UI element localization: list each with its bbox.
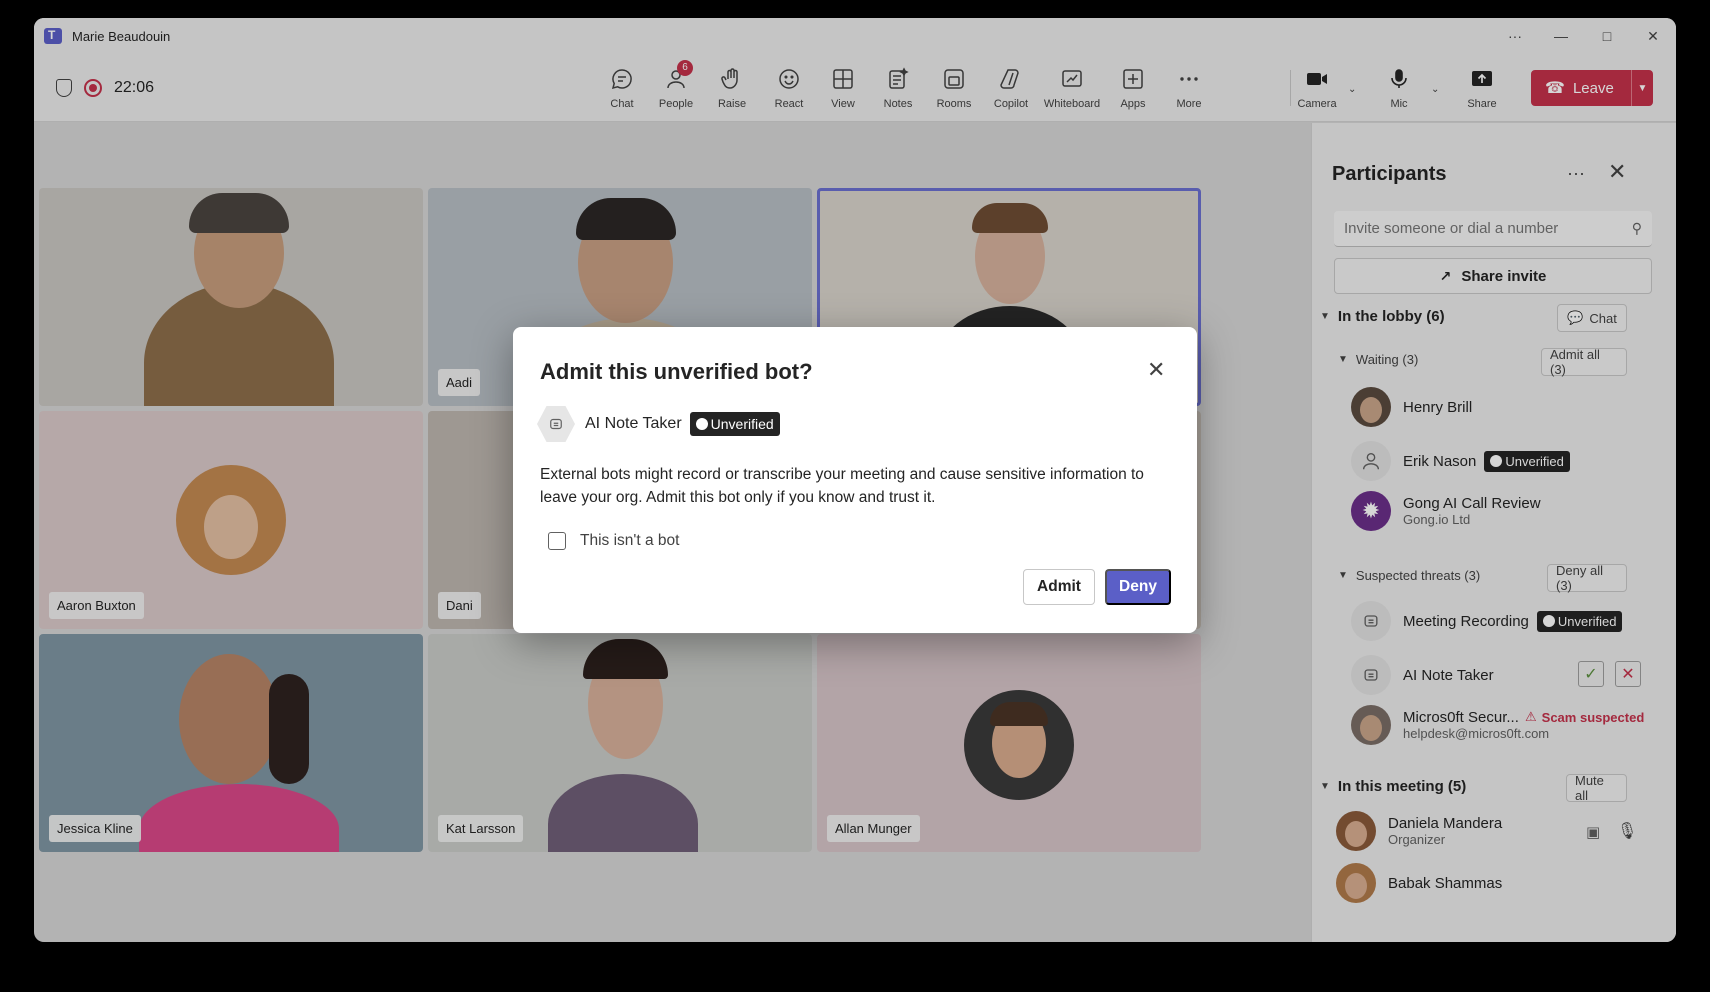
bot-name: AI Note Taker (585, 415, 682, 432)
dialog-close-icon[interactable]: ✕ (1147, 357, 1165, 383)
bot-icon (537, 406, 575, 442)
unverified-icon (695, 418, 708, 430)
unverified-badge: Unverified (689, 412, 780, 436)
deny-button[interactable]: Deny (1105, 569, 1171, 605)
admit-button[interactable]: Admit (1023, 569, 1095, 605)
not-a-bot-checkbox[interactable]: This isn't a bot (548, 532, 679, 550)
dialog-body: External bots might record or transcribe… (540, 466, 1144, 506)
bot-identity: AI Note Taker Unverified (537, 406, 780, 442)
checkbox-box[interactable] (548, 532, 566, 550)
dialog-title: Admit this unverified bot? (540, 359, 813, 384)
admit-bot-dialog: Admit this unverified bot? ✕ AI Note Tak… (513, 327, 1197, 633)
